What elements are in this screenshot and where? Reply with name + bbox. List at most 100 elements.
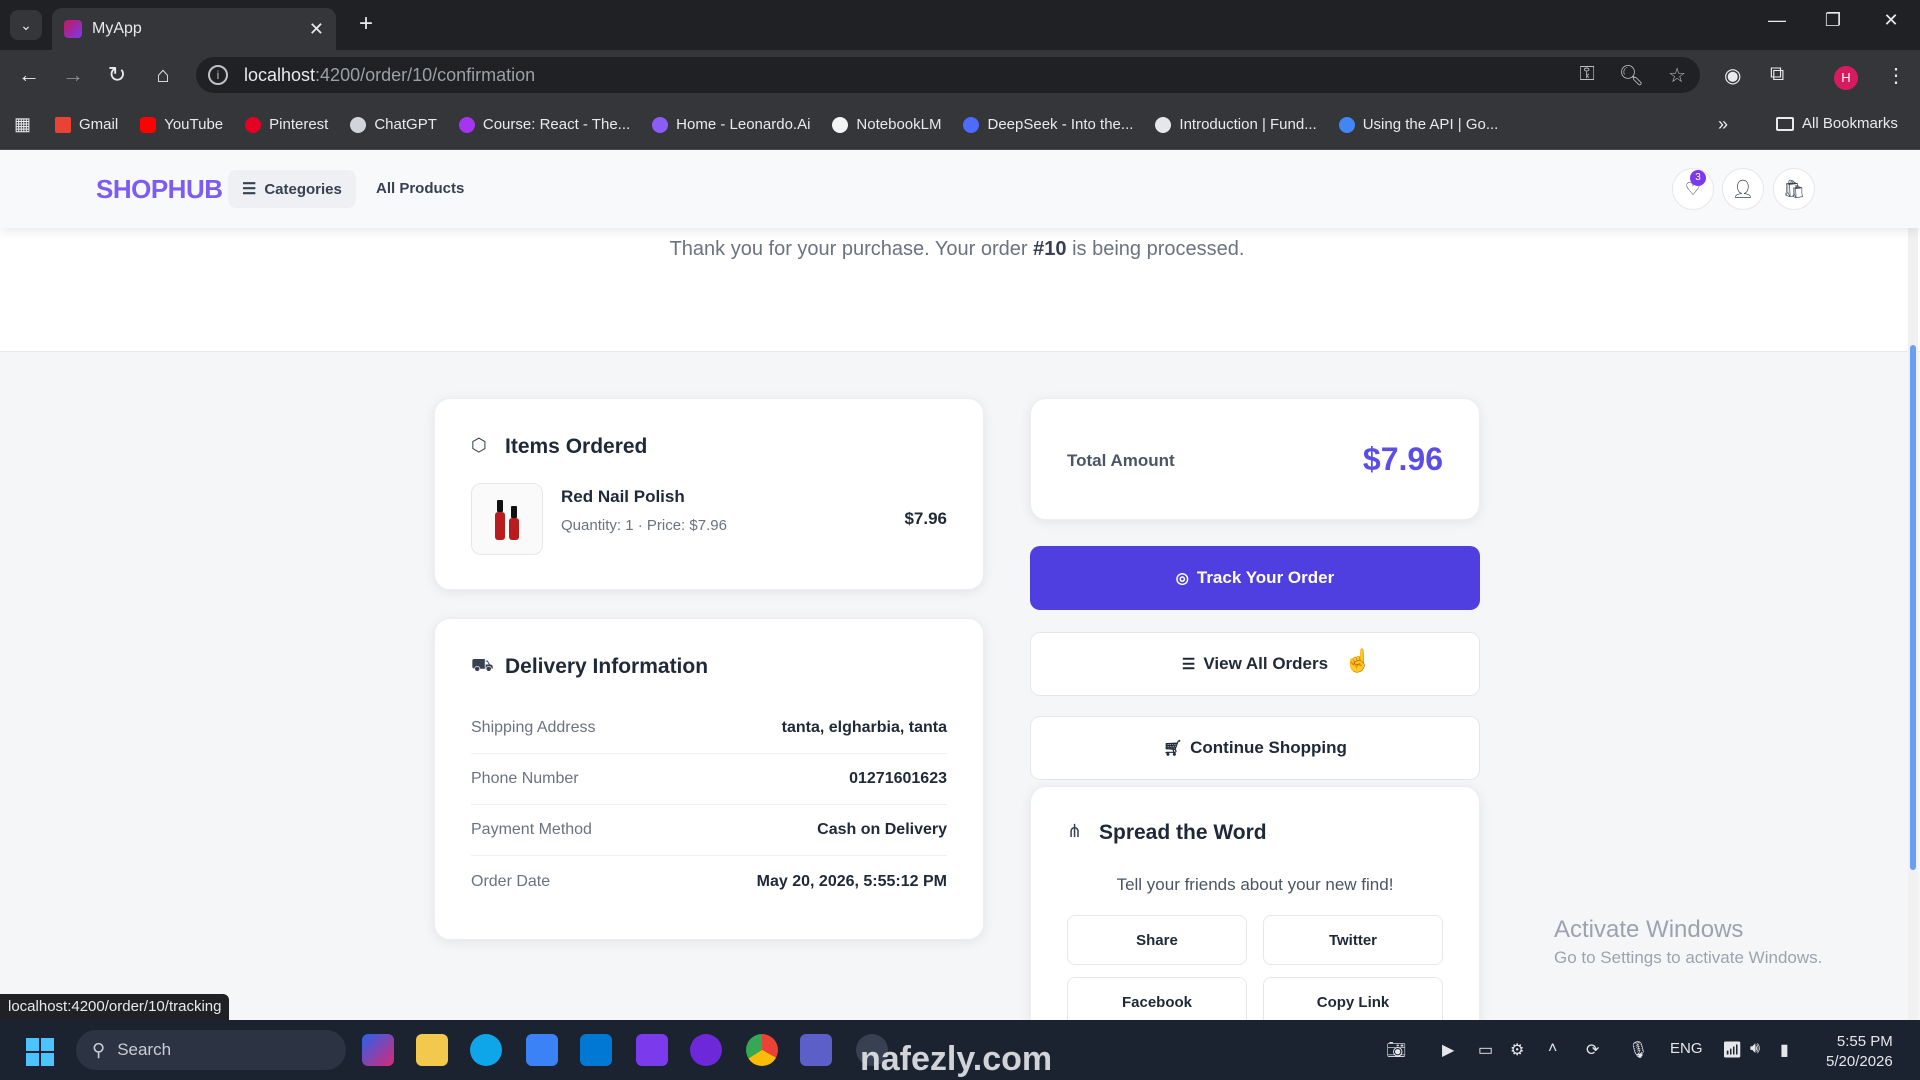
windows-start-icon[interactable]: [26, 1038, 54, 1066]
total-amount-label: Total Amount: [1067, 451, 1175, 470]
bookmark-star-icon[interactable]: ☆: [1668, 63, 1686, 88]
bookmark-using-api[interactable]: Using the API | Go...: [1338, 116, 1498, 133]
tray-mic-icon[interactable]: 🎙︎: [1628, 1040, 1648, 1060]
taskbar-search[interactable]: ⚲ Search: [76, 1030, 346, 1070]
reload-icon[interactable]: ↻: [102, 62, 132, 88]
google-icon: [1338, 116, 1355, 133]
tray-sync-icon[interactable]: ⟳: [1586, 1040, 1599, 1060]
nafezly-watermark: nafezly.com: [860, 1040, 1053, 1078]
youtube-icon: [140, 116, 157, 133]
tab-search-button[interactable]: ⌄: [10, 10, 42, 40]
bookmarks-bar: ▦ Gmail YouTube Pinterest ChatGPT Course…: [0, 100, 1920, 150]
confirmation-message: Thank you for your purchase. Your order …: [669, 238, 1245, 260]
close-window-icon[interactable]: ✕: [1876, 10, 1906, 31]
twitter-button[interactable]: Twitter: [1263, 915, 1443, 965]
extensions-puzzle-icon[interactable]: ⧉: [1770, 63, 1784, 86]
copilot-app-icon[interactable]: [362, 1034, 394, 1066]
obsidian-icon[interactable]: [690, 1034, 722, 1066]
track-order-button[interactable]: ◎ Track Your Order: [1030, 546, 1480, 610]
order-date-row: Order Date May 20, 2026, 5:55:12 PM: [471, 872, 947, 890]
share-button[interactable]: Share: [1067, 915, 1247, 965]
search-icon: ⚲: [92, 1039, 106, 1060]
tray-chevron-up-icon[interactable]: ˄: [1548, 1040, 1557, 1058]
battery-icon[interactable]: ▮: [1780, 1040, 1789, 1060]
nail-polish-bottle: [495, 500, 505, 540]
spread-the-word-title: Spread the Word: [1099, 821, 1267, 844]
spread-subtitle: Tell your friends about your new find!: [1116, 875, 1394, 894]
nail-polish-bottle: [509, 506, 519, 540]
view-all-orders-button[interactable]: ☰ View All Orders: [1030, 632, 1480, 696]
password-key-icon[interactable]: ⚿: [1579, 63, 1594, 88]
items-ordered-card: ⬡ Items Ordered Red Nail Polish Quantity…: [434, 398, 984, 590]
browser-tab-bar: ⌄ MyApp ✕ + — ❐ ✕: [0, 0, 1920, 50]
browser-menu-icon[interactable]: ⋮: [1886, 63, 1906, 88]
zoom-icon[interactable]: 🔍︎: [1619, 63, 1644, 88]
address-bar[interactable]: i localhost:4200/order/10/confirmation ⚿…: [196, 57, 1700, 93]
restore-icon[interactable]: ❐: [1818, 10, 1848, 31]
all-bookmarks[interactable]: All Bookmarks: [1776, 115, 1898, 132]
new-tab-button[interactable]: +: [352, 10, 380, 38]
leonardo-icon: [652, 116, 669, 133]
bookmark-leonardo[interactable]: Home - Leonardo.Ai: [652, 116, 810, 133]
profile-avatar[interactable]: H: [1834, 66, 1858, 90]
truck-icon: ⛟: [471, 655, 494, 675]
bookmark-introduction[interactable]: Introduction | Fund...: [1155, 116, 1317, 133]
shophub-logo[interactable]: SHOPHUB: [96, 174, 237, 205]
chrome-icon[interactable]: [746, 1034, 778, 1066]
product-name[interactable]: Red Nail Polish: [561, 487, 685, 507]
delivery-information-card: ⛟ Delivery Information Shipping Address …: [434, 618, 984, 940]
visual-studio-icon[interactable]: [636, 1034, 668, 1066]
bookmark-youtube[interactable]: YouTube: [140, 116, 223, 133]
wifi-icon[interactable]: 📶︎: [1722, 1040, 1742, 1060]
globe-icon: [1155, 116, 1172, 133]
phone-number-row: Phone Number 01271601623: [471, 754, 947, 805]
tray-settings-icon[interactable]: ⚙: [1510, 1040, 1524, 1060]
vscode-icon[interactable]: [580, 1034, 612, 1066]
pinterest-icon: [245, 116, 262, 133]
continue-shopping-button[interactable]: 🛒︎ Continue Shopping: [1030, 716, 1480, 780]
home-icon[interactable]: ⌂: [148, 62, 178, 88]
account-user-icon[interactable]: 👤︎: [1722, 168, 1764, 210]
site-info-icon[interactable]: i: [208, 65, 228, 85]
bookmark-deepseek[interactable]: DeepSeek - Into the...: [963, 116, 1133, 133]
bookmark-gmail[interactable]: Gmail: [55, 116, 118, 133]
app-header: SHOPHUB ☰ Categories All Products ♡ 👤︎ 🛍︎: [0, 150, 1920, 228]
file-explorer-icon[interactable]: [416, 1034, 448, 1066]
cart-bag-icon[interactable]: 🛍︎: [1773, 168, 1815, 210]
bookmark-course[interactable]: Course: React - The...: [458, 116, 630, 133]
all-products-link[interactable]: All Products: [376, 180, 464, 197]
tray-video-icon[interactable]: ▶: [1442, 1040, 1454, 1060]
tray-window-icon[interactable]: ▭: [1478, 1040, 1493, 1060]
browser-tab[interactable]: MyApp ✕: [52, 8, 336, 50]
page-scrollbar-thumb[interactable]: [1910, 345, 1916, 870]
hand-cursor-icon: ☝: [1344, 648, 1372, 673]
apps-grid-icon[interactable]: ▦: [14, 114, 31, 135]
more-bookmarks-icon[interactable]: »: [1718, 114, 1728, 135]
categories-button[interactable]: ☰ Categories: [228, 170, 356, 208]
tray-camera-icon[interactable]: 📷︎: [1386, 1040, 1406, 1060]
close-tab-icon[interactable]: ✕: [309, 19, 324, 40]
photoshop-express-icon[interactable]: [470, 1034, 502, 1066]
language-indicator[interactable]: ENG: [1670, 1040, 1703, 1057]
extension-badge-icon[interactable]: ◉: [1724, 63, 1741, 88]
product-image[interactable]: [471, 483, 543, 555]
list-icon: ☰: [1181, 656, 1196, 673]
taskbar-clock[interactable]: 5:55 PM 5/20/2026: [1826, 1032, 1893, 1072]
volume-icon[interactable]: 🔊︎: [1750, 1040, 1760, 1058]
product-quantity-price: Quantity: 1 · Price: $7.96: [561, 517, 727, 534]
forward-icon[interactable]: →: [58, 62, 88, 88]
product-line-total: $7.96: [904, 509, 947, 528]
delivery-information-title: Delivery Information: [505, 655, 709, 678]
total-amount-value: $7.96: [1362, 441, 1443, 477]
udemy-icon: [458, 116, 475, 133]
confirmation-banner: Thank you for your purchase. Your order …: [0, 228, 1920, 352]
minimize-icon[interactable]: —: [1762, 10, 1792, 31]
teams-icon[interactable]: [800, 1034, 832, 1066]
items-ordered-title: Items Ordered: [505, 435, 648, 458]
bookmark-notebooklm[interactable]: NotebookLM: [832, 116, 941, 133]
menu-icon: ☰: [242, 181, 257, 198]
editor-app-icon[interactable]: [526, 1034, 558, 1066]
back-icon[interactable]: ←: [14, 62, 44, 88]
bookmark-chatgpt[interactable]: ChatGPT: [350, 116, 437, 133]
bookmark-pinterest[interactable]: Pinterest: [245, 116, 328, 133]
